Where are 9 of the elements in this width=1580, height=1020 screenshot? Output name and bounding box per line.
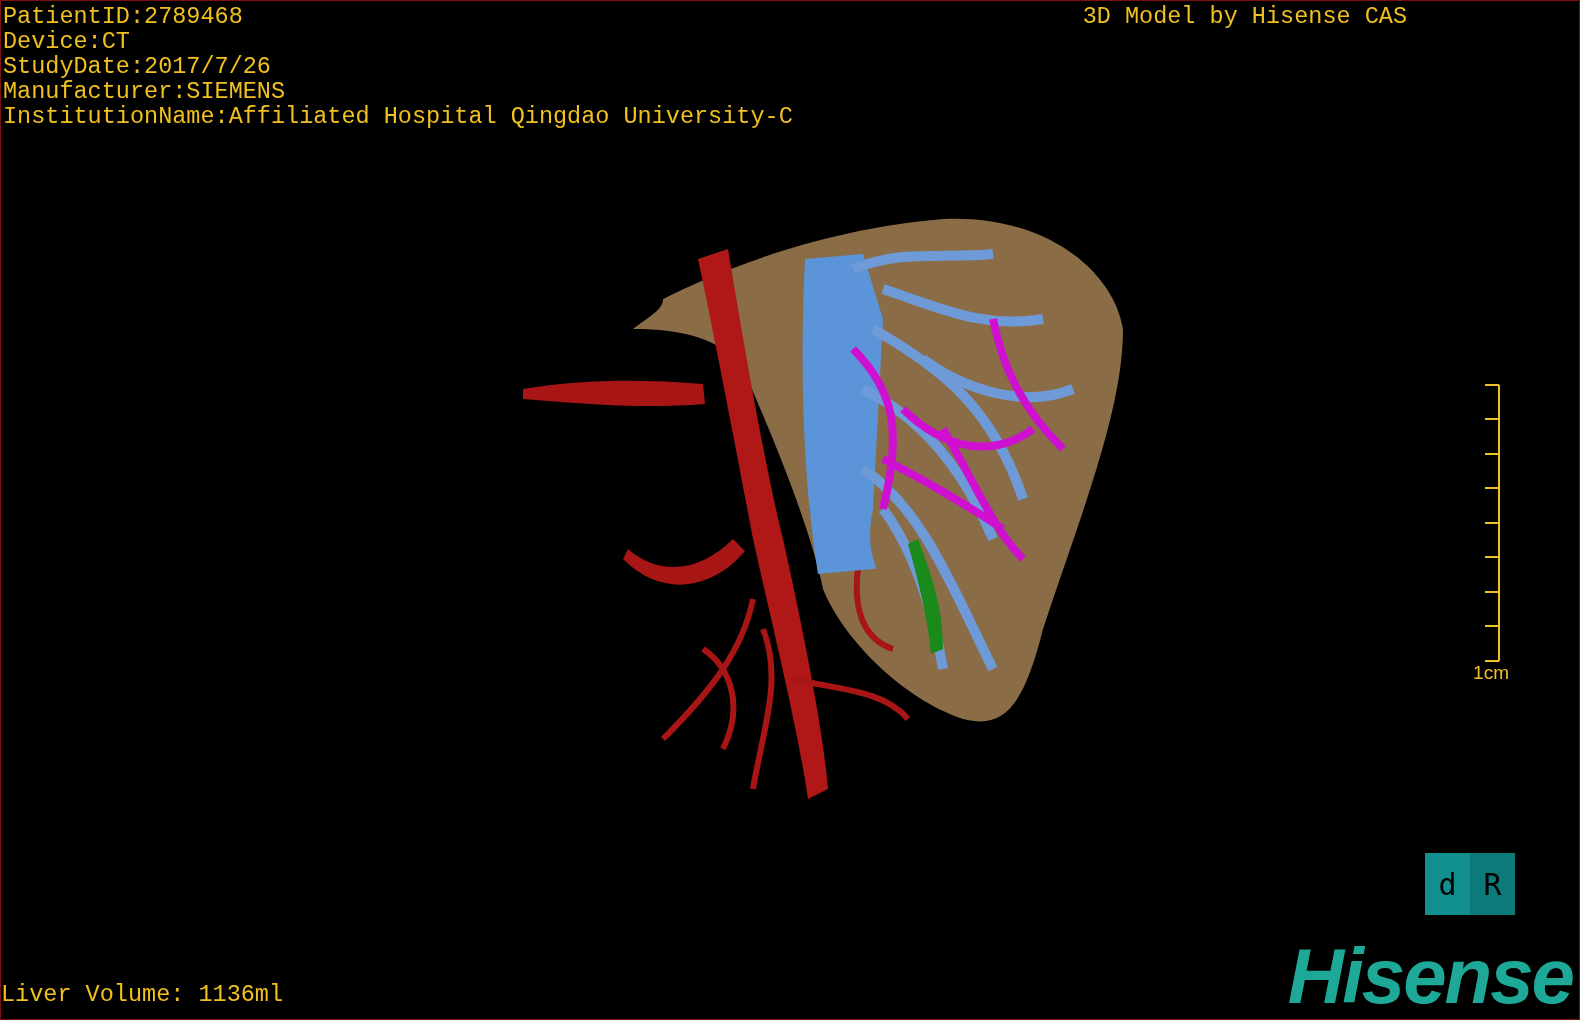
scale-label: 1cm: [1473, 662, 1509, 684]
study-info-text: Device:CT: [3, 29, 131, 54]
viewer-title: 3D Model by Hisense CAS: [1082, 4, 1407, 29]
study-info-text: Manufacturer:SIEMENS: [3, 79, 287, 104]
study-info-text: StudyDate:2017/7/26: [3, 54, 272, 79]
brand-logo: Hisense: [1287, 941, 1574, 1019]
study-info-text: PatientID:2789468: [3, 4, 244, 29]
study-info-text: InstitutionName:Affiliated Hospital Qingdao University-C: [3, 104, 793, 129]
liver-volume-text: Liver Volume: 1136ml: [1, 982, 284, 1010]
